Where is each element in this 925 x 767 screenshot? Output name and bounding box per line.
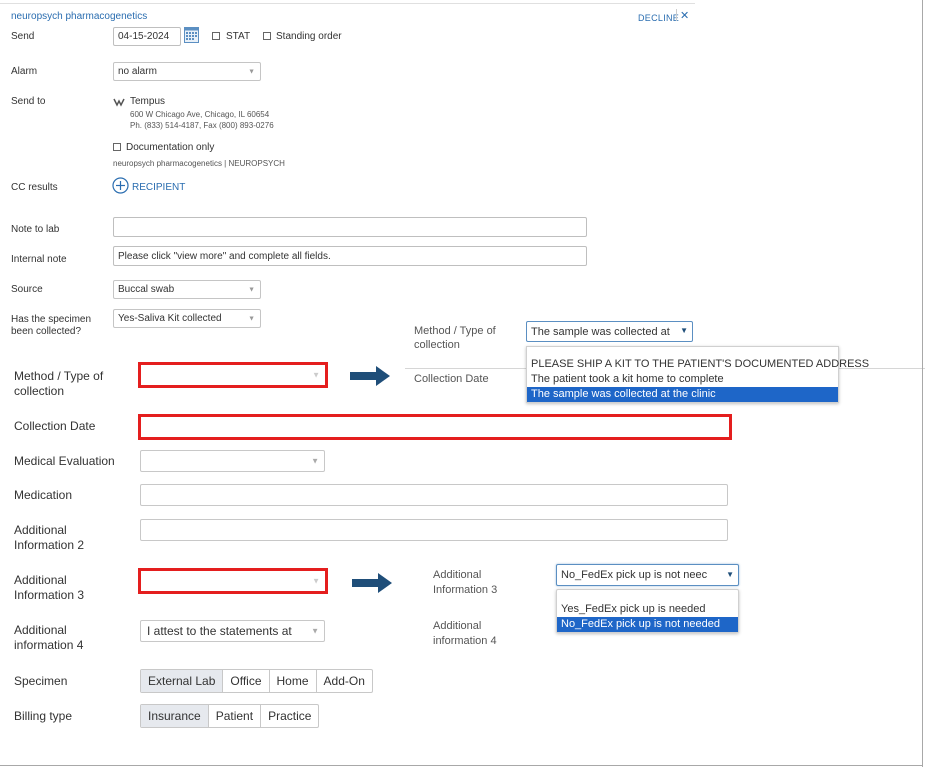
additional-info-4-label: Additional xyxy=(14,623,67,637)
stat-label: STAT xyxy=(226,31,251,42)
frame-border xyxy=(0,765,922,766)
billing-segmented-control: Insurance Patient Practice xyxy=(140,704,320,728)
popup2-option-yes[interactable]: Yes_FedEx pick up is needed xyxy=(557,602,738,617)
arrow-right-icon xyxy=(350,366,390,386)
specimen-office-button[interactable]: Office xyxy=(222,670,268,692)
chevron-down-icon: ▼ xyxy=(248,315,255,322)
order-card: neuropsych pharmacogenetics DECLINE ✕ Se… xyxy=(0,0,695,345)
recipient-button[interactable]: RECIPIENT xyxy=(132,182,185,193)
method-label-2: collection xyxy=(14,384,65,398)
decline-button[interactable]: DECLINE xyxy=(638,13,679,23)
popup1-option-ship-kit[interactable]: PLEASE SHIP A KIT TO THE PATIENT'S DOCUM… xyxy=(527,357,869,372)
popup1-method-label: Method / Type of xyxy=(414,325,496,337)
medication-label: Medication xyxy=(14,488,73,502)
stat-checkbox[interactable] xyxy=(212,32,220,40)
specimen-home-button[interactable]: Home xyxy=(268,670,316,692)
cc-results-label: CC results xyxy=(11,182,58,193)
chevron-down-icon: ▼ xyxy=(311,626,319,636)
divider xyxy=(676,9,677,21)
lab-address: 600 W Chicago Ave, Chicago, IL 60654 xyxy=(130,110,270,119)
chevron-down-icon: ▼ xyxy=(312,370,320,380)
lab-phone: Ph. (833) 514-4187, Fax (800) 893-0276 xyxy=(130,121,274,130)
chevron-down-icon: ▼ xyxy=(726,570,734,579)
popup2-info4-label-2: information 4 xyxy=(433,635,497,647)
popup2-info3-label: Additional xyxy=(433,569,482,581)
additional-info-4-label-2: information 4 xyxy=(14,638,84,652)
source-select[interactable]: Buccal swab ▼ xyxy=(113,280,261,299)
specimen-collected-label-2: been collected? xyxy=(11,326,82,337)
collection-date-input-highlighted[interactable] xyxy=(138,414,732,440)
specimen-label: Specimen xyxy=(14,674,68,688)
billing-type-label: Billing type xyxy=(14,709,73,723)
billing-insurance-button[interactable]: Insurance xyxy=(141,705,208,727)
note-to-lab-label: Note to lab xyxy=(11,224,60,235)
popup2-info3-label-2: Information 3 xyxy=(433,584,498,596)
method-select-highlighted[interactable]: ▼ xyxy=(138,362,328,388)
additional-info-2-input[interactable] xyxy=(140,519,728,541)
medical-evaluation-select[interactable]: ▼ xyxy=(140,450,325,472)
medical-evaluation-label: Medical Evaluation xyxy=(14,454,115,468)
order-subtitle: neuropsych pharmacogenetics | NEUROPSYCH xyxy=(113,159,285,168)
arrow-right-icon xyxy=(352,573,392,593)
send-date-input[interactable]: 04-15-2024 xyxy=(113,27,181,46)
popup1-selected-value: The sample was collected at xyxy=(531,325,670,338)
specimen-segmented-control: External Lab Office Home Add-On xyxy=(140,669,373,693)
popup1-method-label-2: collection xyxy=(414,339,460,351)
popup2-info4-label: Additional xyxy=(433,620,482,632)
lab-name: Tempus xyxy=(130,96,166,107)
frame-border xyxy=(922,0,923,767)
source-label: Source xyxy=(11,284,43,295)
popup1-method-select[interactable]: The sample was collected at ▼ xyxy=(526,321,693,342)
additional-info-3-label-2: Information 3 xyxy=(14,588,85,602)
note-to-lab-input[interactable] xyxy=(113,217,587,237)
tempus-logo-icon xyxy=(113,95,125,107)
additional-info-2-label-2: Information 2 xyxy=(14,538,85,552)
alarm-value: no alarm xyxy=(118,66,157,77)
popup1-option-took-home[interactable]: The patient took a kit home to complete xyxy=(527,372,838,387)
additional-info-3-label: Additional xyxy=(14,573,67,587)
additional-info-4-select[interactable]: I attest to the statements at ▼ xyxy=(140,620,325,642)
method-label: Method / Type of xyxy=(14,369,104,383)
standing-order-checkbox[interactable] xyxy=(263,32,271,40)
close-icon[interactable]: ✕ xyxy=(680,9,689,22)
chevron-down-icon: ▼ xyxy=(680,326,688,335)
billing-patient-button[interactable]: Patient xyxy=(207,705,260,727)
documentation-only-label: Documentation only xyxy=(126,142,215,153)
popup2-option-no[interactable]: No_FedEx pick up is not needed xyxy=(557,617,738,632)
chevron-down-icon: ▼ xyxy=(312,576,320,586)
popup1-collection-date-label: Collection Date xyxy=(414,373,489,385)
specimen-external-lab-button[interactable]: External Lab xyxy=(141,670,223,692)
specimen-collected-select[interactable]: Yes-Saliva Kit collected ▼ xyxy=(113,309,261,328)
chevron-down-icon: ▼ xyxy=(248,286,255,293)
alarm-select[interactable]: no alarm ▼ xyxy=(113,62,261,81)
chevron-down-icon: ▼ xyxy=(248,68,255,75)
popup1-options-list: PLEASE SHIP A KIT TO THE PATIENT'S DOCUM… xyxy=(526,346,869,403)
send-to-label: Send to xyxy=(11,96,46,107)
documentation-only-checkbox[interactable] xyxy=(113,143,121,151)
chevron-down-icon: ▼ xyxy=(311,456,319,466)
specimen-collected-label: Has the specimen xyxy=(11,314,92,325)
internal-note-input[interactable]: Please click "view more" and complete al… xyxy=(113,246,587,266)
medication-input[interactable] xyxy=(140,484,728,506)
order-title: neuropsych pharmacogenetics xyxy=(11,11,148,22)
additional-info-3-select-highlighted[interactable]: ▼ xyxy=(138,568,328,594)
standing-order-label: Standing order xyxy=(276,31,342,42)
additional-info-2-label: Additional xyxy=(14,523,67,537)
send-label: Send xyxy=(11,31,35,42)
billing-practice-button[interactable]: Practice xyxy=(260,705,318,727)
add-recipient-icon[interactable] xyxy=(112,177,129,194)
specimen-add-on-button[interactable]: Add-On xyxy=(315,670,372,692)
alarm-label: Alarm xyxy=(11,66,38,77)
collection-date-label: Collection Date xyxy=(14,419,96,433)
popup2-options-list: Yes_FedEx pick up is needed No_FedEx pic… xyxy=(556,589,739,633)
calendar-icon[interactable] xyxy=(184,26,199,43)
source-value: Buccal swab xyxy=(118,284,175,295)
popup2-info3-select[interactable]: No_FedEx pick up is not neec ▼ xyxy=(556,564,739,586)
specimen-collected-value: Yes-Saliva Kit collected xyxy=(118,313,222,324)
internal-note-label: Internal note xyxy=(11,254,67,265)
popup1-option-clinic[interactable]: The sample was collected at the clinic xyxy=(527,387,838,402)
additional-info-4-value: I attest to the statements at xyxy=(147,624,292,638)
popup2-selected-value: No_FedEx pick up is not neec xyxy=(561,569,708,581)
